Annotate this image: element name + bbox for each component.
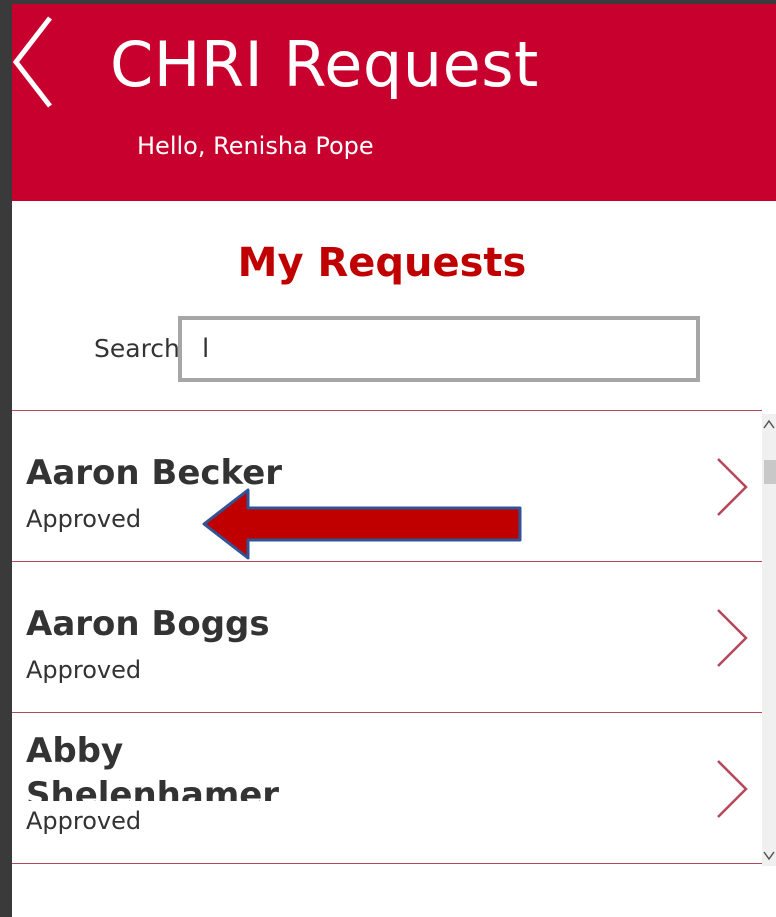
- screen-frame: CHRI Request Hello, Renisha Pope My Requ…: [0, 0, 776, 917]
- app-window: CHRI Request Hello, Renisha Pope My Requ…: [12, 4, 776, 917]
- app-title: CHRI Request: [110, 28, 539, 101]
- scroll-up-icon[interactable]: [762, 416, 776, 432]
- request-list: Aaron Becker Approved Aaron Boggs Approv…: [12, 410, 762, 866]
- request-name: Abby Shelenhamer: [26, 731, 280, 801]
- request-name: Aaron Becker: [26, 453, 283, 493]
- chevron-right-icon[interactable]: [712, 455, 752, 519]
- request-status: Approved: [26, 807, 142, 835]
- list-item[interactable]: Aaron Boggs Approved: [12, 562, 762, 713]
- user-greeting: Hello, Renisha Pope: [137, 132, 374, 160]
- scroll-thumb[interactable]: [764, 460, 776, 484]
- chevron-left-icon: [12, 16, 52, 108]
- search-label: Search: [94, 334, 180, 363]
- list-item[interactable]: Aaron Becker Approved: [12, 411, 762, 562]
- chevron-right-icon[interactable]: [712, 757, 752, 821]
- request-status: Approved: [26, 505, 142, 533]
- header-bar: CHRI Request Hello, Renisha Pope: [12, 4, 776, 201]
- list-item[interactable]: Abby Shelenhamer Approved: [12, 713, 762, 864]
- scroll-down-icon[interactable]: [762, 848, 776, 864]
- search-input[interactable]: [178, 316, 700, 382]
- list-scrollbar[interactable]: [762, 414, 776, 866]
- page-title: My Requests: [237, 240, 527, 286]
- back-button[interactable]: [12, 12, 70, 112]
- request-name: Aaron Boggs: [26, 604, 270, 644]
- request-status: Approved: [26, 656, 142, 684]
- chevron-right-icon[interactable]: [712, 606, 752, 670]
